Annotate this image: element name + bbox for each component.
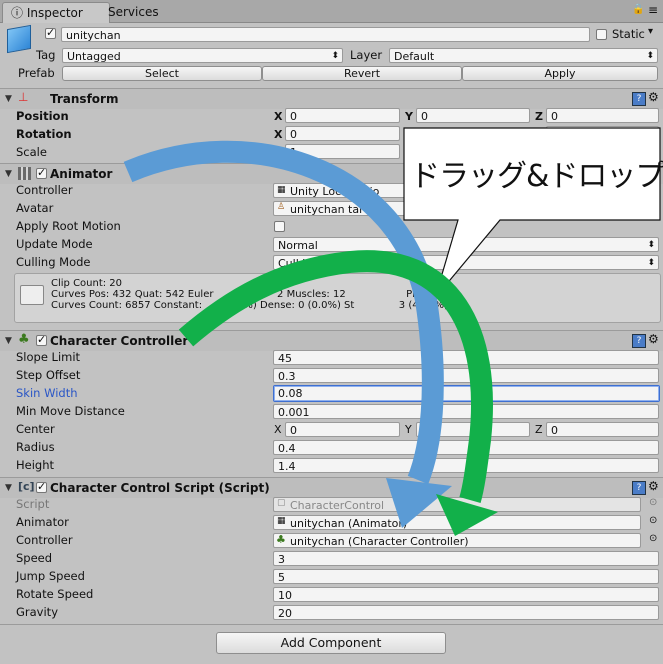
green-drag-arrow-head: [436, 494, 498, 536]
callout-bubble: [403, 127, 661, 299]
callout-text: ドラッグ&ドロップ: [410, 159, 663, 194]
blue-drag-arrow-shaft: [123, 140, 444, 485]
annotation-overlay: [123, 127, 661, 536]
